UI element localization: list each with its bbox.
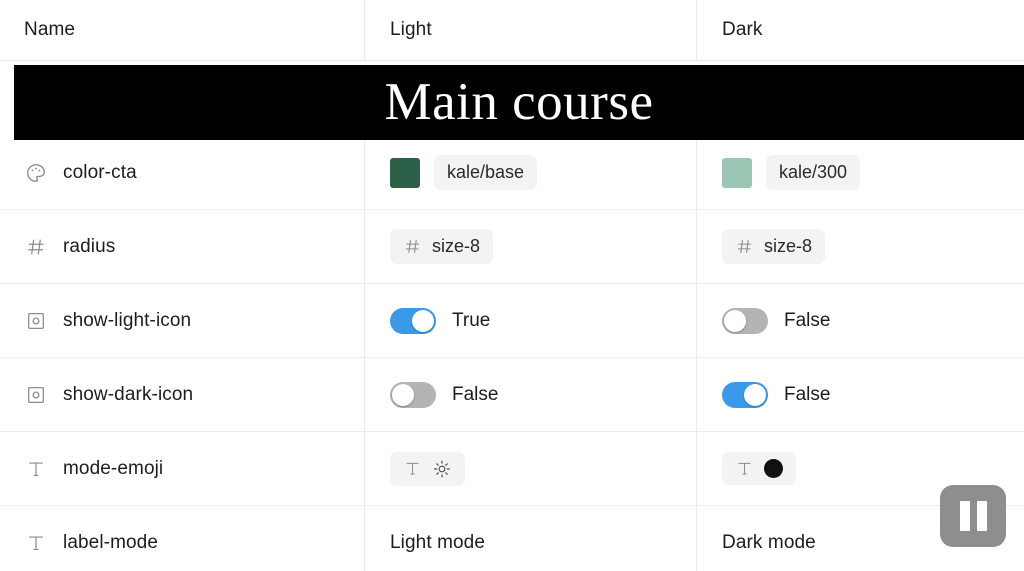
- row-value-dark[interactable]: kale/300: [696, 136, 1024, 209]
- text-icon: [403, 459, 422, 478]
- column-header-dark: Dark: [722, 19, 763, 40]
- emoji-chip[interactable]: [722, 452, 796, 485]
- table-row[interactable]: color-cta kale/base kale/300: [0, 136, 1024, 210]
- table-row[interactable]: radius size-8 size-8: [0, 210, 1024, 284]
- table-row[interactable]: mode-emoji: [0, 432, 1024, 506]
- row-value-light[interactable]: kale/base: [364, 136, 696, 209]
- row-value-light[interactable]: Light mode: [364, 506, 696, 571]
- row-value-light[interactable]: size-8: [364, 210, 696, 283]
- row-value-light[interactable]: [364, 432, 696, 505]
- text-icon: [24, 531, 48, 555]
- token-chip[interactable]: kale/base: [434, 155, 538, 190]
- boolean-toggle[interactable]: [390, 381, 436, 408]
- table-row[interactable]: show-light-icon True False: [0, 284, 1024, 358]
- row-name-cell[interactable]: show-dark-icon: [0, 358, 364, 431]
- boolean-icon: [24, 309, 48, 333]
- row-name-cell[interactable]: color-cta: [0, 136, 364, 209]
- color-swatch: [390, 157, 420, 188]
- variable-name: radius: [63, 235, 116, 257]
- boolean-label: False: [784, 383, 831, 405]
- variable-name: show-light-icon: [63, 309, 192, 331]
- table-header: Name Light Dark: [0, 0, 1024, 61]
- text-icon: [735, 459, 754, 478]
- group-banner-title: Main course: [384, 73, 654, 131]
- group-banner[interactable]: Main course: [14, 65, 1024, 140]
- boolean-toggle[interactable]: [390, 307, 436, 334]
- emoji-chip[interactable]: [390, 451, 465, 486]
- token-chip-label: kale/base: [447, 162, 525, 183]
- palette-icon: [24, 161, 48, 185]
- token-chip[interactable]: size-8: [390, 229, 494, 264]
- row-value-dark[interactable]: False: [696, 358, 1024, 431]
- pause-bar-right: [976, 501, 987, 531]
- column-header-light: Light: [390, 19, 432, 40]
- text-value: Light mode: [390, 531, 486, 553]
- row-value-dark[interactable]: False: [696, 284, 1024, 357]
- boolean-label: True: [452, 309, 491, 331]
- text-value: Dark mode: [722, 531, 816, 553]
- boolean-toggle[interactable]: [722, 381, 768, 408]
- boolean-icon: [24, 383, 48, 407]
- boolean-label: False: [452, 383, 499, 405]
- row-name-cell[interactable]: mode-emoji: [0, 432, 364, 505]
- variable-table-screen: Name Light Dark Main course color-cta ka…: [0, 0, 1024, 571]
- hash-icon: [24, 235, 48, 259]
- pause-bar-left: [959, 501, 970, 531]
- row-value-light[interactable]: True: [364, 284, 696, 357]
- table-row[interactable]: show-dark-icon False False: [0, 358, 1024, 432]
- hash-icon: [735, 237, 754, 256]
- token-chip-label: size-8: [764, 236, 813, 257]
- header-cell-dark[interactable]: Dark: [696, 0, 1024, 60]
- row-value-light[interactable]: False: [364, 358, 696, 431]
- row-name-cell[interactable]: show-light-icon: [0, 284, 364, 357]
- token-chip-label: size-8: [432, 236, 481, 257]
- table-row[interactable]: label-mode Light mode Dark mode: [0, 506, 1024, 571]
- variable-name: color-cta: [63, 161, 137, 183]
- black-circle-icon: [764, 459, 783, 478]
- token-chip[interactable]: kale/300: [766, 155, 861, 190]
- pause-button[interactable]: [940, 485, 1006, 547]
- column-header-name: Name: [24, 19, 76, 40]
- variable-name: label-mode: [63, 531, 158, 553]
- text-icon: [24, 457, 48, 481]
- row-name-cell[interactable]: label-mode: [0, 506, 364, 571]
- hash-icon: [403, 237, 422, 256]
- token-chip[interactable]: size-8: [722, 229, 826, 264]
- color-swatch: [722, 157, 752, 188]
- row-value-dark[interactable]: size-8: [696, 210, 1024, 283]
- header-cell-light[interactable]: Light: [364, 0, 696, 60]
- row-name-cell[interactable]: radius: [0, 210, 364, 283]
- sun-icon: [432, 459, 452, 479]
- token-chip-label: kale/300: [779, 162, 848, 183]
- variable-name: show-dark-icon: [63, 383, 194, 405]
- header-cell-name[interactable]: Name: [0, 0, 364, 60]
- variable-name: mode-emoji: [63, 457, 164, 479]
- boolean-toggle[interactable]: [722, 307, 768, 334]
- boolean-label: False: [784, 309, 831, 331]
